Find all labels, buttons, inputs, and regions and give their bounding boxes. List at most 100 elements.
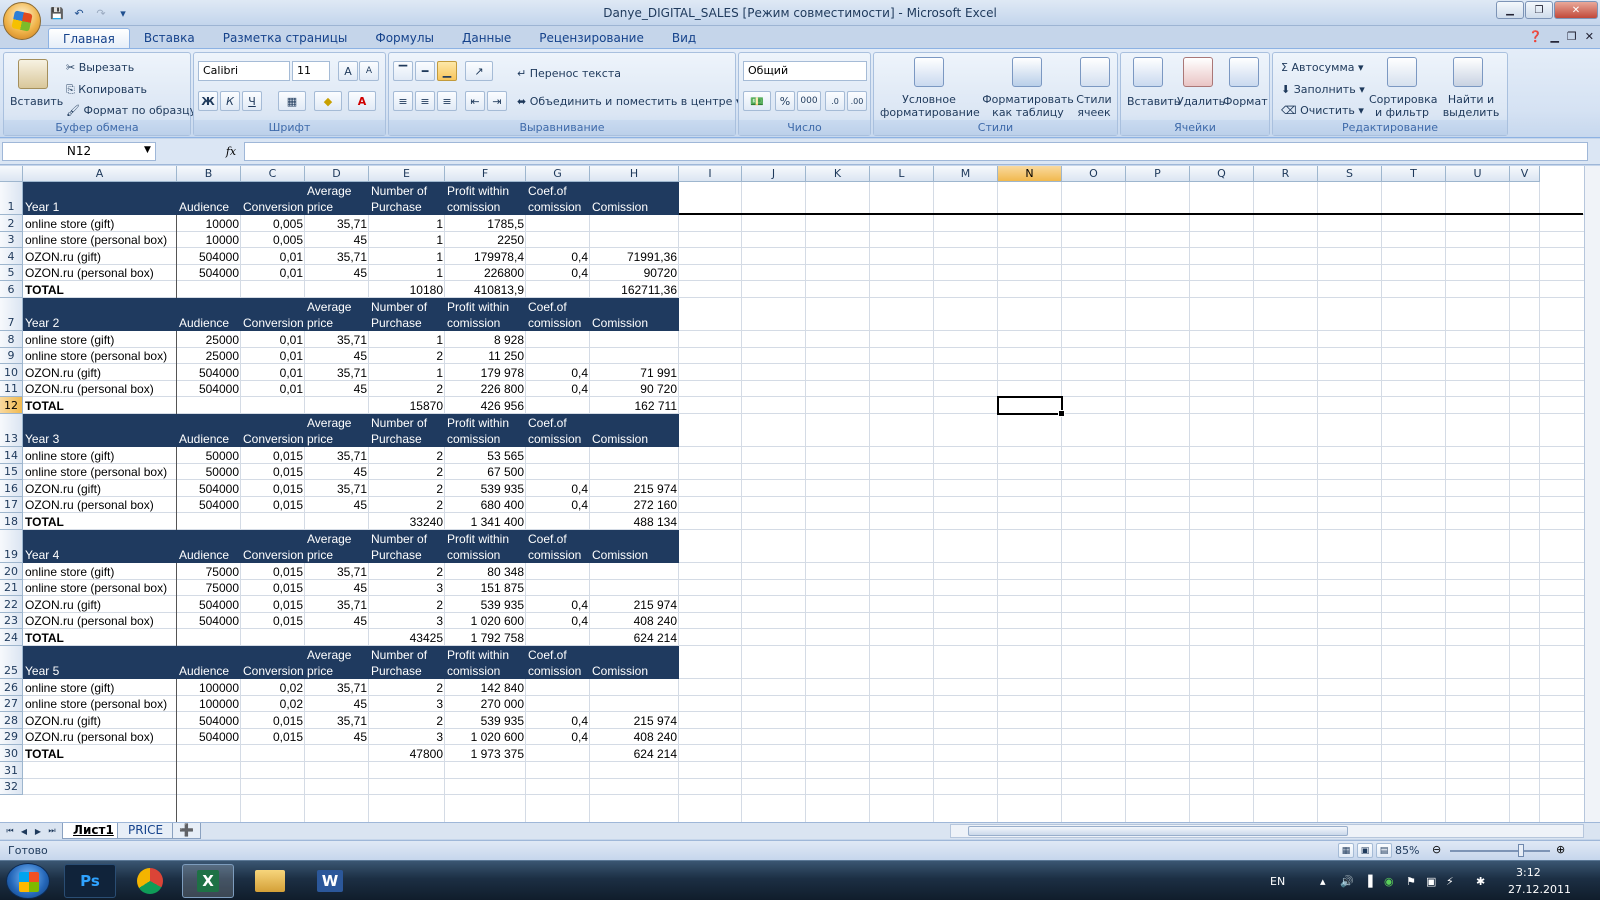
conditional-format-icon[interactable] bbox=[914, 57, 944, 87]
column-label[interactable]: Comission bbox=[590, 646, 679, 679]
cell-a18[interactable]: TOTAL bbox=[23, 513, 177, 530]
cell-f20[interactable]: 80 348 bbox=[445, 563, 526, 580]
row-header-7[interactable]: 7 bbox=[0, 298, 23, 331]
cell-f24[interactable]: 1 792 758 bbox=[445, 629, 526, 646]
cell-h22[interactable]: 215 974 bbox=[590, 596, 679, 613]
column-label[interactable]: Profit within comission bbox=[445, 414, 526, 447]
cell-h16[interactable]: 215 974 bbox=[590, 480, 679, 497]
tab-home[interactable]: Главная bbox=[48, 28, 130, 49]
taskbar-explorer[interactable] bbox=[244, 864, 296, 898]
column-header-u[interactable]: U bbox=[1446, 166, 1510, 182]
italic-button[interactable]: К bbox=[220, 91, 240, 111]
cell-b8[interactable]: 25000 bbox=[177, 331, 241, 348]
taskbar-excel[interactable]: X bbox=[182, 864, 234, 898]
cell-b15[interactable]: 50000 bbox=[177, 464, 241, 481]
cell-a15[interactable]: online store (personal box) bbox=[23, 464, 177, 481]
column-label[interactable]: Comission bbox=[590, 298, 679, 331]
select-all-corner[interactable] bbox=[0, 166, 23, 182]
insert-sheet-icon[interactable]: ➕ bbox=[172, 823, 201, 839]
cell-d16[interactable]: 35,71 bbox=[305, 480, 369, 497]
cell-b2[interactable]: 10000 bbox=[177, 215, 241, 232]
column-label[interactable]: Audience bbox=[177, 414, 241, 447]
cell-b3[interactable]: 10000 bbox=[177, 232, 241, 249]
cell-f28[interactable]: 539 935 bbox=[445, 712, 526, 729]
borders-icon[interactable]: ▦ bbox=[278, 91, 306, 111]
column-label[interactable]: Number of Purchase bbox=[369, 414, 445, 447]
cell-d10[interactable]: 35,71 bbox=[305, 364, 369, 381]
thousands-button[interactable]: 000 bbox=[797, 91, 821, 111]
sheet-tab-list1[interactable]: Лист1 bbox=[62, 823, 125, 839]
delete-cells-icon[interactable] bbox=[1183, 57, 1213, 87]
row-header-14[interactable]: 14 bbox=[0, 447, 23, 464]
cell-h30[interactable]: 624 214 bbox=[590, 745, 679, 762]
cell-d23[interactable]: 45 bbox=[305, 613, 369, 630]
column-label[interactable]: Coef.of comission bbox=[526, 182, 590, 215]
cell-f8[interactable]: 8 928 bbox=[445, 331, 526, 348]
zoom-level[interactable]: 85% bbox=[1395, 844, 1419, 857]
column-header-s[interactable]: S bbox=[1318, 166, 1382, 182]
taskbar-word[interactable]: W bbox=[304, 864, 356, 898]
row-header-18[interactable]: 18 bbox=[0, 513, 23, 530]
cell-c3[interactable]: 0,005 bbox=[241, 232, 305, 249]
column-label[interactable]: Conversion bbox=[241, 298, 305, 331]
cell-a23[interactable]: OZON.ru (personal box) bbox=[23, 613, 177, 630]
cell-d8[interactable]: 35,71 bbox=[305, 331, 369, 348]
row-header-5[interactable]: 5 bbox=[0, 264, 23, 282]
column-header-i[interactable]: I bbox=[679, 166, 742, 182]
row-header-21[interactable]: 21 bbox=[0, 579, 23, 597]
column-header-p[interactable]: P bbox=[1126, 166, 1190, 182]
cell-f11[interactable]: 226 800 bbox=[445, 381, 526, 398]
cell-c28[interactable]: 0,015 bbox=[241, 712, 305, 729]
cell-g22[interactable]: 0,4 bbox=[526, 596, 590, 613]
row-header-17[interactable]: 17 bbox=[0, 496, 23, 514]
cell-h28[interactable]: 215 974 bbox=[590, 712, 679, 729]
cell-c23[interactable]: 0,015 bbox=[241, 613, 305, 630]
column-label[interactable]: Comission bbox=[590, 182, 679, 215]
name-box[interactable]: N12 bbox=[2, 142, 156, 161]
increase-decimal-icon[interactable]: .0 bbox=[825, 91, 845, 111]
fill-color-icon[interactable]: ◆ bbox=[314, 91, 342, 111]
cell-a14[interactable]: online store (gift) bbox=[23, 447, 177, 464]
minimize-button[interactable]: ▁ bbox=[1496, 1, 1524, 19]
cell-f2[interactable]: 1785,5 bbox=[445, 215, 526, 232]
cell-f21[interactable]: 151 875 bbox=[445, 580, 526, 597]
column-header-d[interactable]: D bbox=[305, 166, 369, 182]
cell-b9[interactable]: 25000 bbox=[177, 348, 241, 365]
row-header-31[interactable]: 31 bbox=[0, 762, 23, 779]
cell-c16[interactable]: 0,015 bbox=[241, 480, 305, 497]
find-select-button[interactable]: Найти и выделить bbox=[1439, 93, 1503, 119]
cell-b10[interactable]: 504000 bbox=[177, 364, 241, 381]
orientation-icon[interactable]: ↗ bbox=[465, 61, 493, 81]
cell-b16[interactable]: 504000 bbox=[177, 480, 241, 497]
cell-c4[interactable]: 0,01 bbox=[241, 248, 305, 265]
row-header-28[interactable]: 28 bbox=[0, 712, 23, 729]
zoom-in-icon[interactable]: ⊕ bbox=[1556, 843, 1565, 856]
cell-c27[interactable]: 0,02 bbox=[241, 696, 305, 713]
cell-d9[interactable]: 45 bbox=[305, 348, 369, 365]
align-bottom-icon[interactable]: ▁ bbox=[437, 61, 457, 81]
formula-input[interactable] bbox=[244, 142, 1588, 161]
cell-e3[interactable]: 1 bbox=[369, 232, 445, 249]
cell-f30[interactable]: 1 973 375 bbox=[445, 745, 526, 762]
column-label[interactable]: Comission bbox=[590, 414, 679, 447]
cell-c8[interactable]: 0,01 bbox=[241, 331, 305, 348]
cell-f15[interactable]: 67 500 bbox=[445, 464, 526, 481]
cell-e9[interactable]: 2 bbox=[369, 348, 445, 365]
font-size-select[interactable]: 11 bbox=[292, 61, 330, 81]
cell-c10[interactable]: 0,01 bbox=[241, 364, 305, 381]
cell-f6[interactable]: 410813,9 bbox=[445, 281, 526, 298]
cell-d17[interactable]: 45 bbox=[305, 497, 369, 514]
row-header-32[interactable]: 32 bbox=[0, 778, 23, 796]
cell-a12[interactable]: TOTAL bbox=[23, 397, 177, 414]
redo-icon[interactable]: ↷ bbox=[92, 5, 110, 21]
cell-a2[interactable]: online store (gift) bbox=[23, 215, 177, 232]
cell-f3[interactable]: 2250 bbox=[445, 232, 526, 249]
cell-a6[interactable]: TOTAL bbox=[23, 281, 177, 298]
cell-h24[interactable]: 624 214 bbox=[590, 629, 679, 646]
column-label[interactable]: Profit within comission bbox=[445, 182, 526, 215]
language-indicator[interactable]: EN bbox=[1270, 875, 1285, 888]
cell-h5[interactable]: 90720 bbox=[590, 265, 679, 282]
cell-e11[interactable]: 2 bbox=[369, 381, 445, 398]
row-header-3[interactable]: 3 bbox=[0, 231, 23, 249]
cell-e26[interactable]: 2 bbox=[369, 679, 445, 696]
